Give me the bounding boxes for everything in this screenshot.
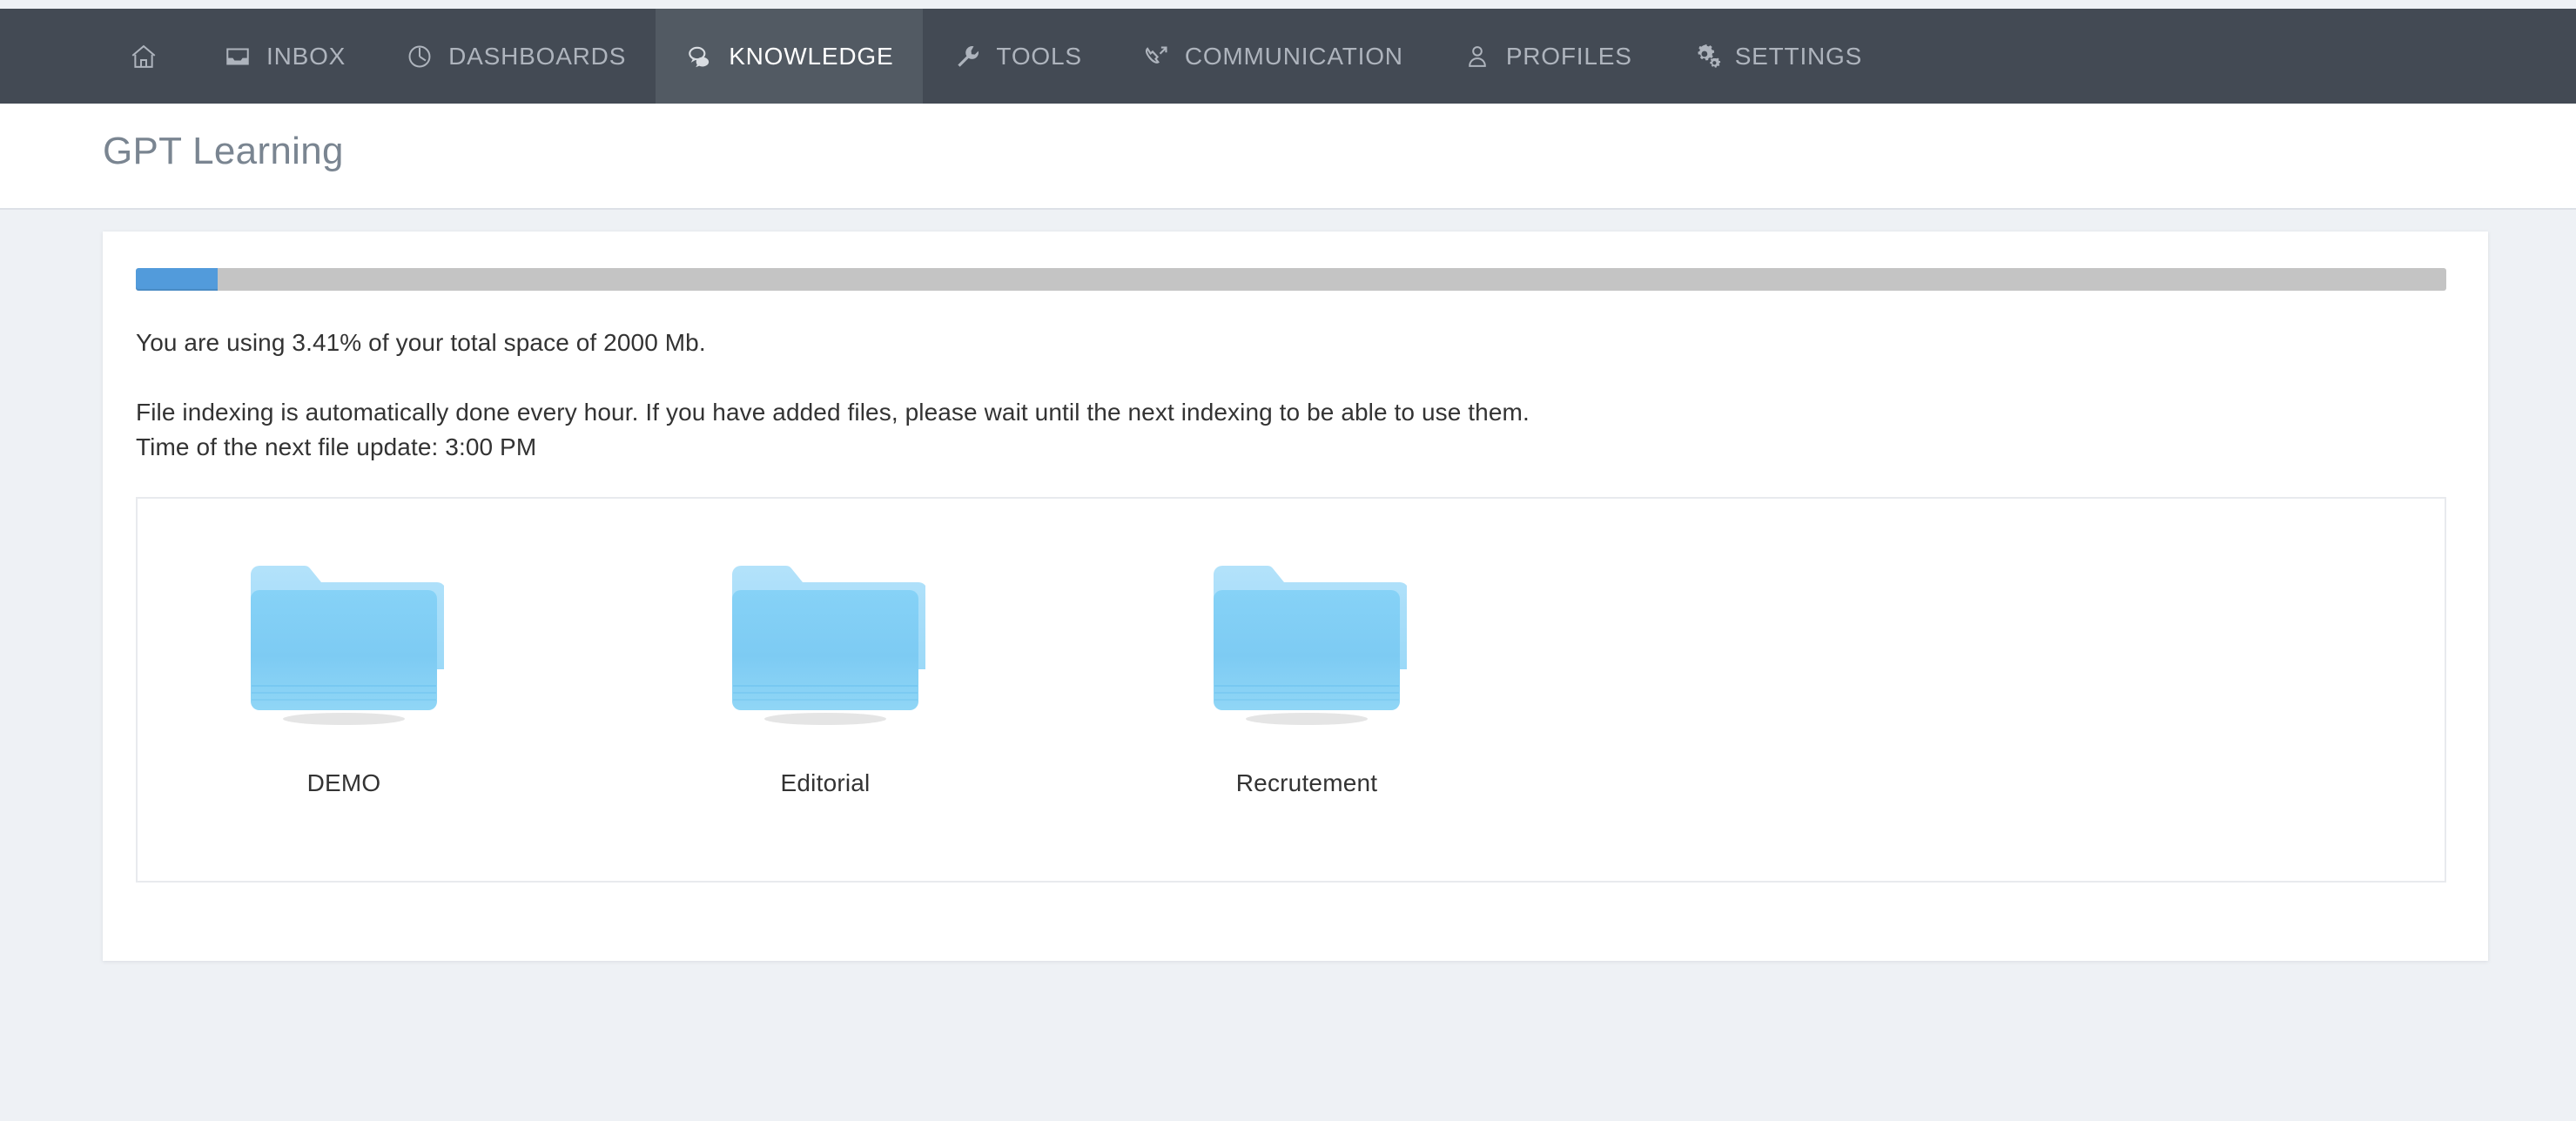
- storage-progress-bar: [136, 268, 2446, 291]
- phone-icon: [1141, 42, 1171, 71]
- storage-progress-fill: [136, 268, 218, 291]
- nav-item-label: DASHBOARDS: [448, 42, 627, 70]
- chat-bubbles-icon: [685, 42, 715, 71]
- folder-list: DEMO Editorial Recrutement: [244, 499, 1409, 797]
- folder-item-demo[interactable]: DEMO: [244, 499, 446, 797]
- folder-label: Editorial: [780, 769, 871, 796]
- folder-browser-panel: DEMO Editorial Recrutement: [136, 497, 2446, 883]
- content-card: You are using 3.41% of your total space …: [103, 232, 2488, 961]
- folder-icon: [244, 548, 446, 731]
- nav-home[interactable]: [0, 9, 193, 104]
- indexing-info-text: File indexing is automatically done ever…: [136, 399, 1530, 426]
- nav-settings[interactable]: SETTINGS: [1662, 9, 1892, 104]
- nav-inbox[interactable]: INBOX: [193, 9, 375, 104]
- nav-item-label: COMMUNICATION: [1184, 42, 1403, 70]
- home-icon: [129, 42, 158, 71]
- folder-icon: [725, 548, 927, 731]
- nav-item-label: SETTINGS: [1734, 42, 1863, 70]
- dashboard-icon: [405, 42, 434, 71]
- folder-label: DEMO: [306, 769, 381, 796]
- nav-item-label: TOOLS: [996, 42, 1082, 70]
- page-title: GPT Learning: [103, 130, 344, 172]
- folder-item-recrutement[interactable]: Recrutement: [1207, 499, 1409, 797]
- nav-tools[interactable]: TOOLS: [923, 9, 1111, 104]
- nav-item-label: PROFILES: [1505, 42, 1632, 70]
- gears-icon: [1692, 42, 1721, 71]
- folder-label: Recrutement: [1235, 769, 1378, 796]
- folder-item-editorial[interactable]: Editorial: [725, 499, 927, 797]
- next-update-text: Time of the next file update: 3:00 PM: [136, 433, 537, 460]
- folder-icon: [1207, 548, 1409, 731]
- page-title-bar: GPT Learning: [0, 104, 2576, 210]
- nav-item-label: KNOWLEDGE: [729, 42, 894, 70]
- nav-profiles[interactable]: PROFILES: [1433, 9, 1662, 104]
- nav-dashboards[interactable]: DASHBOARDS: [375, 9, 656, 104]
- user-icon: [1463, 42, 1492, 71]
- top-navigation-bar: INBOX DASHBOARDS KNOWLEDGE TOOLS COMMUNI…: [0, 9, 2576, 104]
- storage-usage-text: You are using 3.41% of your total space …: [136, 329, 706, 356]
- nav-item-label: INBOX: [266, 42, 346, 70]
- wrench-icon: [952, 42, 982, 71]
- nav-knowledge[interactable]: KNOWLEDGE: [656, 9, 924, 104]
- inbox-icon: [223, 42, 252, 71]
- nav-communication[interactable]: COMMUNICATION: [1112, 9, 1433, 104]
